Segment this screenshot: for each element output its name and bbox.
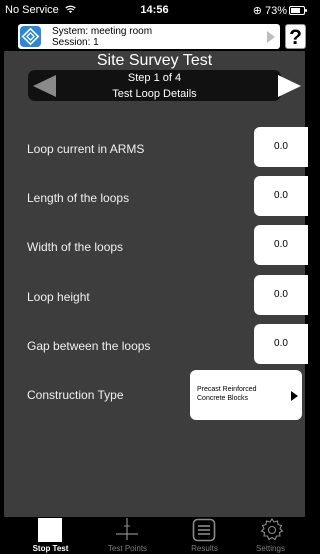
construction-type-select[interactable]: Precast Reinforced Concrete Blocks bbox=[190, 370, 302, 420]
construction-value-line1: Precast Reinforced bbox=[197, 386, 257, 393]
step-number: Step 1 of 4 bbox=[127, 72, 182, 84]
list-icon bbox=[192, 518, 216, 542]
page-title: Site Survey Test bbox=[96, 52, 213, 69]
chevron-right-icon bbox=[267, 31, 275, 43]
rotation-lock-icon: ⊕ bbox=[252, 5, 262, 17]
previous-step-button[interactable] bbox=[33, 75, 56, 97]
gear-icon bbox=[260, 518, 284, 541]
session-name: Session: 1 bbox=[52, 37, 99, 48]
step-indicator: Step 1 of 4 Test Loop Details bbox=[28, 70, 281, 101]
loop-height-label: Loop height bbox=[27, 290, 90, 304]
tab-test-points[interactable]: Test Points bbox=[89, 517, 166, 554]
tab-label: Test Points bbox=[107, 544, 148, 553]
step-name: Test Loop Details bbox=[112, 88, 197, 100]
tab-bar: Stop Test Test Points Results Settings bbox=[0, 517, 309, 554]
loop-width-label: Width of the loops bbox=[27, 240, 124, 254]
app-logo-icon bbox=[20, 26, 41, 47]
tab-settings[interactable]: Settings bbox=[232, 517, 309, 554]
tab-label: Settings bbox=[256, 544, 285, 553]
system-selector[interactable]: System: meeting room Session: 1 bbox=[18, 24, 280, 49]
tab-label: Stop Test bbox=[32, 544, 69, 553]
battery-icon bbox=[289, 6, 307, 15]
system-name: System: meeting room bbox=[52, 26, 153, 37]
disclosure-arrow-icon bbox=[291, 391, 298, 401]
construction-type-label: Construction Type bbox=[27, 388, 124, 402]
battery-percent: 73% bbox=[264, 5, 287, 17]
construction-value-line2: Concrete Blocks bbox=[197, 395, 248, 402]
loop-gap-input[interactable]: 0.0 bbox=[254, 324, 308, 364]
crosshair-icon bbox=[116, 518, 138, 540]
tab-stop-test[interactable]: Stop Test bbox=[12, 517, 89, 554]
next-step-button[interactable] bbox=[278, 75, 301, 97]
help-button[interactable]: ? bbox=[285, 24, 306, 49]
loop-current-input[interactable]: 0.0 bbox=[254, 127, 308, 167]
loop-current-label: Loop current in ARMS bbox=[27, 142, 145, 156]
loop-gap-label: Gap between the loops bbox=[27, 339, 151, 353]
loop-length-input[interactable]: 0.0 bbox=[254, 176, 308, 216]
stop-icon bbox=[38, 518, 62, 542]
loop-height-input[interactable]: 0.0 bbox=[254, 275, 308, 315]
loop-width-input[interactable]: 0.0 bbox=[254, 225, 308, 265]
status-bar: No Service 14:56 ⊕ 73% bbox=[0, 0, 309, 20]
loop-length-label: Length of the loops bbox=[27, 191, 130, 205]
